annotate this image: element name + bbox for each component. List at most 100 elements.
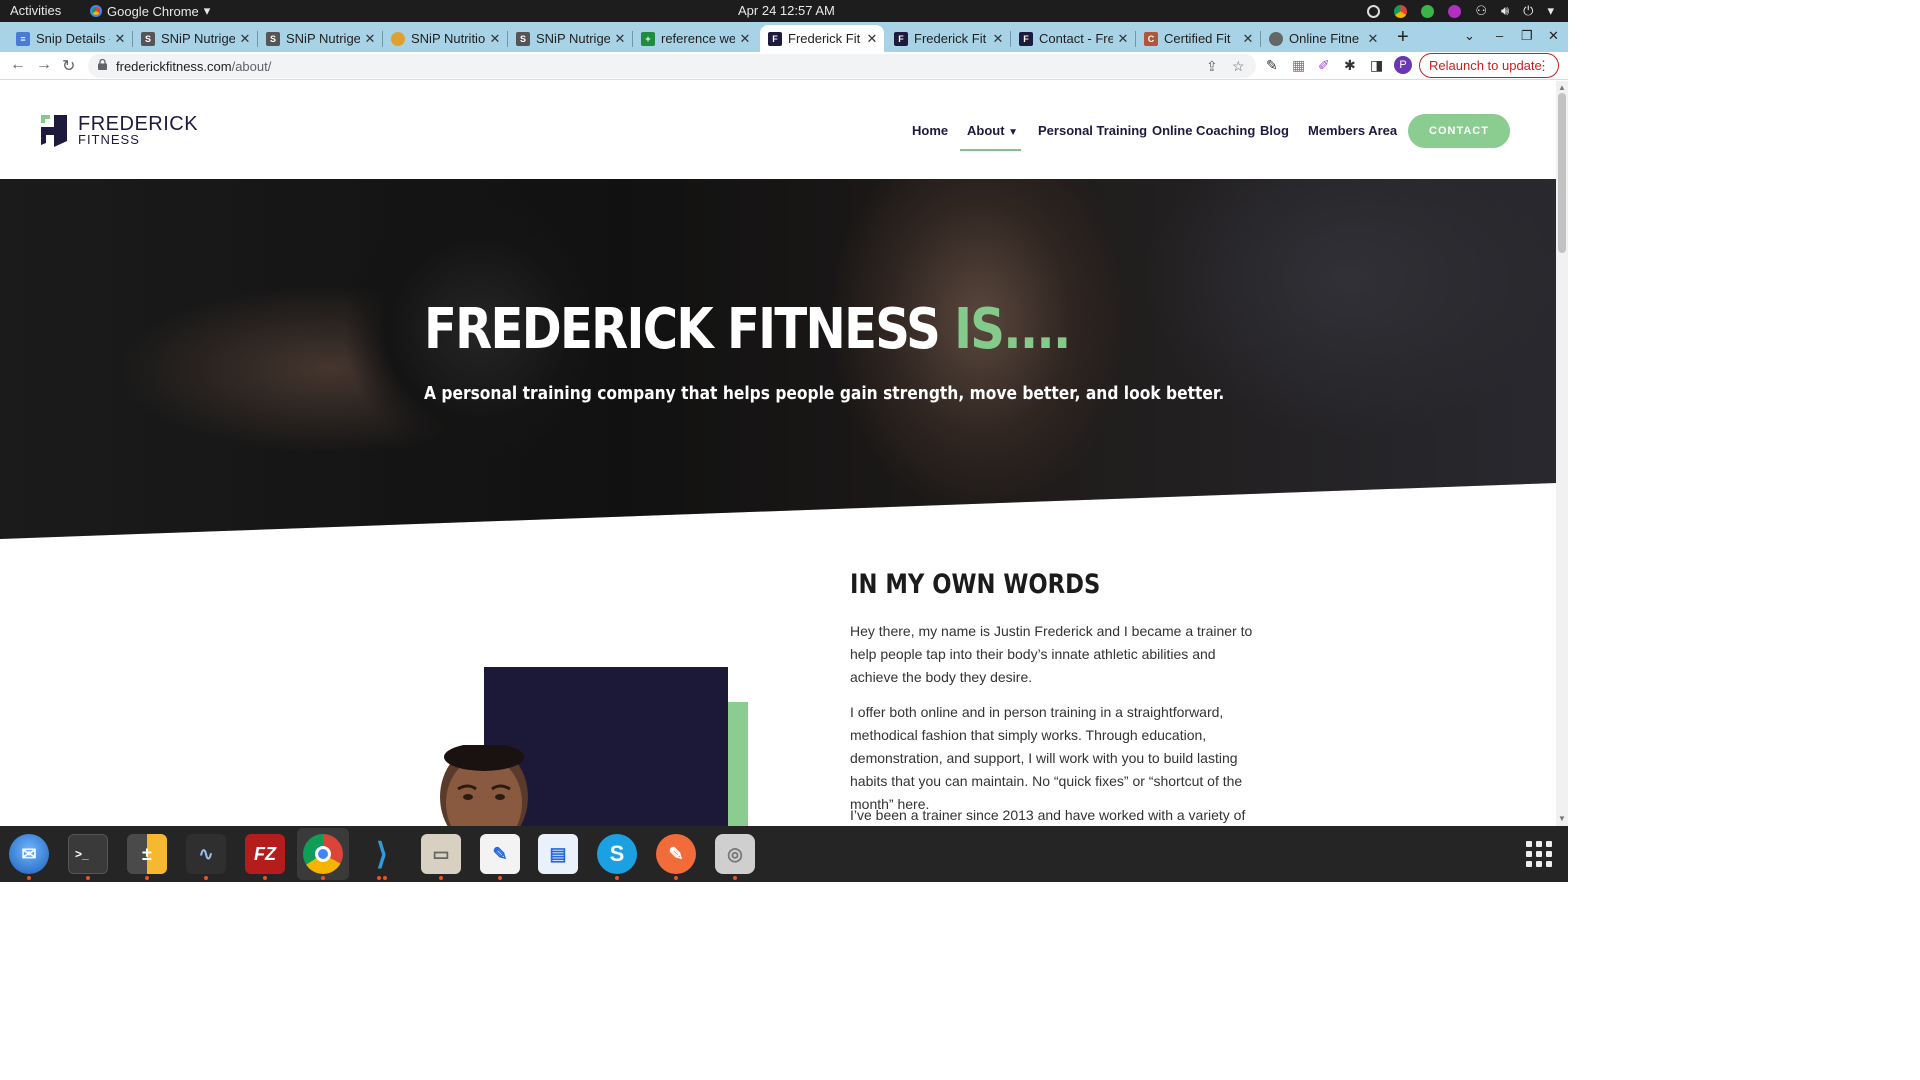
- network-icon[interactable]: ⚇: [1475, 3, 1487, 19]
- browser-tab[interactable]: S SNiP Nutrige ✕: [258, 25, 382, 52]
- eyedropper-icon[interactable]: ✎: [1266, 57, 1278, 74]
- nav-blog[interactable]: Blog: [1260, 123, 1289, 138]
- close-tab-icon[interactable]: ✕: [1367, 31, 1379, 47]
- close-tab-icon[interactable]: ✕: [992, 31, 1004, 47]
- hero-title-accent: IS....: [954, 297, 1071, 362]
- close-tab-icon[interactable]: ✕: [364, 31, 376, 47]
- close-tab-icon[interactable]: ✕: [614, 31, 626, 47]
- new-tab-icon[interactable]: +: [1397, 26, 1409, 49]
- running-indicator: [86, 876, 90, 880]
- nav-active-indicator: [960, 149, 1021, 151]
- extensions-puzzle-icon[interactable]: ✱: [1344, 57, 1356, 74]
- volume-icon[interactable]: 🔊︎: [1501, 3, 1509, 19]
- tray-app-icon[interactable]: [1367, 4, 1381, 18]
- disk-icon[interactable]: ◎: [715, 834, 755, 874]
- nav-online-coaching[interactable]: Online Coaching: [1152, 123, 1255, 138]
- address-bar[interactable]: frederickfitness.com/about/ ⇪ ☆: [88, 54, 1256, 78]
- close-tab-icon[interactable]: ✕: [239, 31, 251, 47]
- calculator-icon[interactable]: ±: [127, 834, 167, 874]
- tray-extension-icon[interactable]: [1448, 4, 1462, 18]
- running-indicator: [377, 876, 381, 880]
- browser-tab-active[interactable]: F Frederick Fit ✕: [760, 25, 884, 52]
- close-tab-icon[interactable]: ✕: [739, 31, 751, 47]
- running-indicator: [615, 876, 619, 880]
- reload-icon[interactable]: ↻: [62, 56, 75, 76]
- close-tab-icon[interactable]: ✕: [489, 31, 501, 47]
- nav-home[interactable]: Home: [912, 123, 948, 138]
- browser-tab[interactable]: SNiP Nutritio ✕: [383, 25, 507, 52]
- browser-tab[interactable]: F Frederick Fit ✕: [886, 25, 1010, 52]
- minimize-icon[interactable]: –: [1496, 28, 1503, 43]
- browser-tab[interactable]: S SNiP Nutrige ✕: [508, 25, 632, 52]
- close-window-icon[interactable]: ✕: [1548, 28, 1559, 44]
- close-tab-icon[interactable]: ✕: [114, 31, 126, 47]
- profile-avatar[interactable]: P: [1394, 56, 1412, 74]
- clock[interactable]: Apr 24 12:57 AM: [738, 3, 835, 18]
- nav-about-label: About: [967, 123, 1005, 138]
- scrollbar-thumb[interactable]: [1558, 93, 1566, 253]
- tab-search-icon[interactable]: ⌄: [1464, 28, 1475, 44]
- browser-tab[interactable]: + reference we ✕: [633, 25, 757, 52]
- system-monitor-icon[interactable]: ∿: [186, 834, 226, 874]
- nav-members-area[interactable]: Members Area: [1308, 123, 1397, 138]
- nav-personal-training[interactable]: Personal Training: [1038, 123, 1147, 138]
- site-logo[interactable]: FREDERICK FITNESS: [40, 113, 198, 147]
- power-icon[interactable]: ⏻: [1523, 3, 1533, 19]
- show-apps-icon[interactable]: [1526, 841, 1552, 867]
- lock-icon[interactable]: [98, 59, 107, 70]
- running-indicator: [498, 876, 502, 880]
- relaunch-to-update-button[interactable]: Relaunch to update ⋮: [1419, 53, 1559, 78]
- browser-tab[interactable]: ≡ Snip Details - ✕: [8, 25, 132, 52]
- url-path: /about/: [231, 59, 272, 74]
- hero-banner: FREDERICK FITNESS IS.... A personal trai…: [0, 179, 1556, 539]
- scroll-down-icon[interactable]: ▼: [1558, 814, 1566, 823]
- calendar-extension-icon[interactable]: ▦: [1292, 57, 1305, 74]
- scroll-up-icon[interactable]: ▲: [1558, 83, 1566, 92]
- text-editor-icon[interactable]: ✎: [480, 834, 520, 874]
- snip-icon: S: [266, 31, 280, 46]
- tab-strip: ≡ Snip Details - ✕ S SNiP Nutrige ✕ S SN…: [0, 22, 1568, 52]
- filezilla-icon[interactable]: FZ: [245, 834, 285, 874]
- terminal-icon[interactable]: >_: [68, 834, 108, 874]
- share-icon[interactable]: ⇪: [1206, 58, 1218, 75]
- app-menu[interactable]: Google Chrome ▾: [90, 3, 210, 19]
- browser-tab[interactable]: Online Fitne ✕: [1261, 25, 1385, 52]
- side-panel-icon[interactable]: ◨: [1370, 57, 1383, 74]
- chrome-tray-icon[interactable]: [1394, 4, 1408, 18]
- tab-title: Online Fitne: [1289, 31, 1360, 46]
- section-title: IN MY OWN WORDS: [850, 569, 1101, 600]
- snip-icon: S: [141, 31, 155, 46]
- thunderbird-icon[interactable]: ✉: [9, 834, 49, 874]
- more-menu-icon[interactable]: ⋮: [1537, 54, 1550, 77]
- writer-icon[interactable]: ▤: [538, 834, 578, 874]
- nav-about[interactable]: About ▼: [967, 123, 1018, 138]
- vscode-icon[interactable]: ⟩: [362, 834, 402, 874]
- page-scrollbar[interactable]: ▲ ▼: [1556, 81, 1568, 826]
- check-tray-icon[interactable]: [1421, 4, 1435, 18]
- about-paragraph: I’ve been a trainer since 2013 and have …: [850, 807, 1246, 823]
- close-tab-icon[interactable]: ✕: [866, 31, 878, 47]
- skype-icon[interactable]: S: [597, 834, 637, 874]
- browser-tab[interactable]: S SNiP Nutrige ✕: [133, 25, 257, 52]
- files-icon[interactable]: ▭: [421, 834, 461, 874]
- restore-icon[interactable]: ❐: [1521, 28, 1533, 44]
- back-icon[interactable]: ←: [10, 56, 26, 74]
- bookmark-star-icon[interactable]: ☆: [1232, 58, 1245, 75]
- browser-tab[interactable]: F Contact - Fre ✕: [1011, 25, 1135, 52]
- chrome-icon[interactable]: [303, 834, 343, 874]
- about-paragraph: Hey there, my name is Justin Frederick a…: [850, 623, 1253, 685]
- pen-extension-icon[interactable]: ✐: [1318, 57, 1330, 74]
- chevron-down-icon[interactable]: ▾: [1547, 3, 1554, 19]
- contact-button[interactable]: CONTACT: [1408, 114, 1510, 148]
- url-text[interactable]: frederickfitness.com/about/: [116, 59, 271, 74]
- running-indicator: [263, 876, 267, 880]
- running-indicator: [674, 876, 678, 880]
- close-tab-icon[interactable]: ✕: [1117, 31, 1129, 47]
- forward-icon[interactable]: →: [36, 56, 52, 74]
- close-tab-icon[interactable]: ✕: [1242, 31, 1254, 47]
- activities-button[interactable]: Activities: [10, 3, 61, 18]
- postman-icon[interactable]: ✎: [656, 834, 696, 874]
- tab-title: Contact - Fre: [1039, 31, 1113, 46]
- system-tray[interactable]: ⚇ 🔊︎ ⏻ ▾: [1367, 3, 1554, 19]
- browser-tab[interactable]: C Certified Fit ✕: [1136, 25, 1260, 52]
